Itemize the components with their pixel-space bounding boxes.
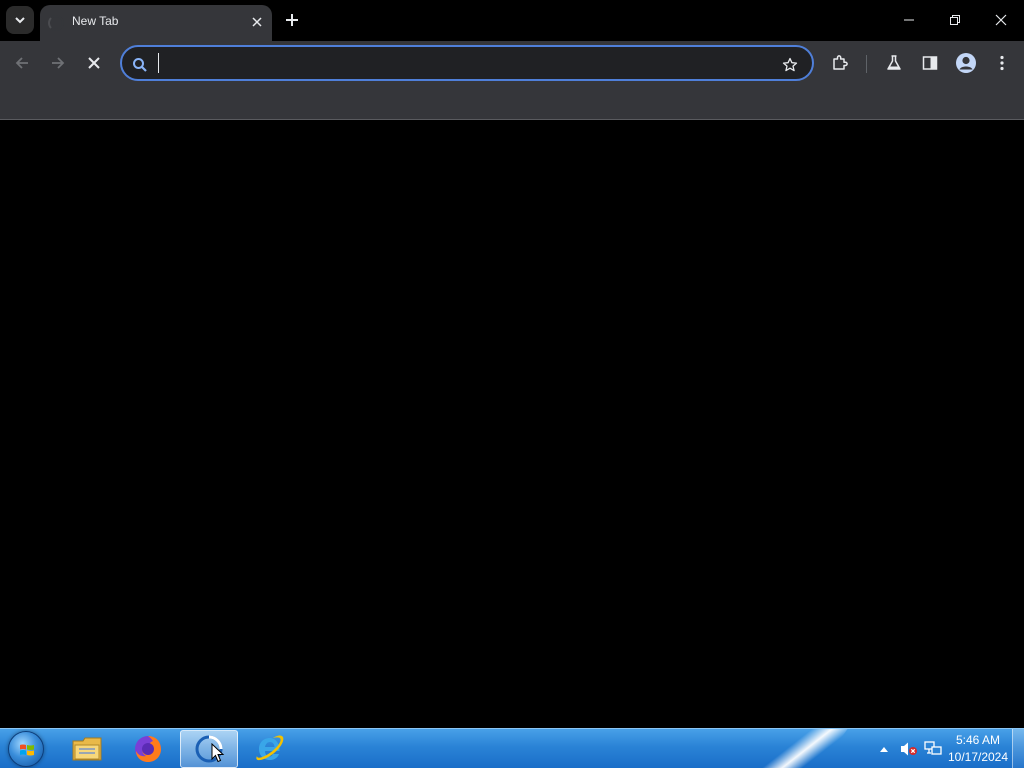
show-desktop-button[interactable] xyxy=(1012,729,1024,768)
windows-logo-icon xyxy=(20,744,34,756)
taskbar-firefox[interactable] xyxy=(119,730,177,768)
kebab-menu-icon xyxy=(1000,55,1004,71)
tab-close-button[interactable] xyxy=(247,12,267,32)
address-input[interactable] xyxy=(156,50,766,76)
system-clock[interactable]: 5:46 AM 10/17/2024 xyxy=(946,732,1010,766)
volume-button[interactable] xyxy=(900,740,918,758)
tab-new-tab[interactable]: New Tab xyxy=(40,5,272,41)
close-icon xyxy=(88,57,100,69)
browser-toolbar xyxy=(0,41,1024,85)
bookmark-star-button[interactable] xyxy=(778,53,802,77)
extensions-button[interactable] xyxy=(827,50,853,76)
loading-spinner-icon xyxy=(48,15,64,31)
volume-muted-icon xyxy=(901,742,917,756)
clock-time: 5:46 AM xyxy=(955,733,1001,747)
desktop-screen: New Tab 5:46 AM 10/17/2024 xyxy=(0,0,1024,768)
chevron-down-icon xyxy=(14,11,26,30)
new-tab-button[interactable] xyxy=(280,8,304,32)
puzzle-icon xyxy=(833,55,848,70)
minimize-icon xyxy=(904,19,914,21)
tab-strip: New Tab xyxy=(0,0,1024,41)
restore-button[interactable] xyxy=(932,0,978,40)
arrow-right-icon xyxy=(52,57,65,69)
chrome-menu-button[interactable] xyxy=(989,50,1015,76)
profile-button[interactable] xyxy=(953,50,979,76)
back-button[interactable] xyxy=(8,49,36,77)
folder-icon xyxy=(72,737,102,761)
text-caret xyxy=(158,53,159,73)
tab-title: New Tab xyxy=(72,14,119,28)
side-panel-button[interactable] xyxy=(917,50,943,76)
bookmarks-bar xyxy=(0,85,1024,120)
close-window-button[interactable] xyxy=(978,0,1024,40)
restore-icon xyxy=(950,15,960,25)
mouse-cursor-icon xyxy=(211,743,225,763)
person-icon xyxy=(956,53,976,73)
close-icon xyxy=(252,17,262,27)
page-content xyxy=(0,121,1024,728)
search-icon xyxy=(128,53,152,77)
address-bar[interactable] xyxy=(120,45,814,81)
taskbar-chrome[interactable] xyxy=(180,730,238,768)
show-hidden-icons-button[interactable] xyxy=(878,743,890,755)
labs-button[interactable] xyxy=(881,50,907,76)
firefox-icon xyxy=(135,736,161,762)
chevron-up-icon xyxy=(880,747,888,752)
taskbar-internet-explorer[interactable] xyxy=(241,730,299,768)
start-button[interactable] xyxy=(8,731,44,767)
toolbar-separator xyxy=(866,55,867,73)
windows-taskbar: 5:46 AM 10/17/2024 xyxy=(0,728,1024,768)
star-icon xyxy=(782,57,798,72)
stop-loading-button[interactable] xyxy=(80,49,108,77)
clock-date: 10/17/2024 xyxy=(947,750,1009,764)
plus-icon xyxy=(286,14,298,26)
forward-button[interactable] xyxy=(44,49,72,77)
taskbar-windows-explorer[interactable] xyxy=(58,730,116,768)
close-icon xyxy=(995,14,1007,26)
network-button[interactable] xyxy=(924,740,942,758)
network-icon xyxy=(924,741,942,755)
minimize-button[interactable] xyxy=(886,0,932,40)
tab-search-button[interactable] xyxy=(6,6,34,34)
taskbar-glare xyxy=(745,729,855,768)
ie-icon xyxy=(256,735,284,761)
flask-icon xyxy=(887,55,901,70)
arrow-left-icon xyxy=(15,57,28,69)
side-panel-icon xyxy=(922,56,938,70)
